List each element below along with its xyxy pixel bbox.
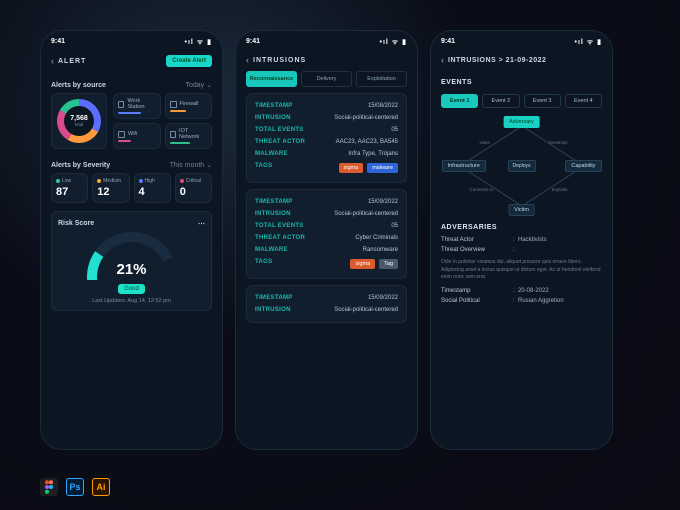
more-icon[interactable]: ⋯ — [198, 220, 205, 228]
tab-reconnaissance[interactable]: Reconnaissance — [246, 71, 297, 87]
section-title: Alerts by source — [51, 82, 106, 89]
firewall-icon — [170, 101, 177, 108]
risk-title: Risk Score — [58, 220, 94, 228]
intrusion-record[interactable]: TIMESTAMP15/09/2022 INTRUSIONSocial-poli… — [246, 285, 407, 323]
tab-delivery[interactable]: Delivery — [301, 71, 352, 87]
risk-gauge: 21% — [87, 232, 177, 280]
node-deploys: Deploys — [507, 160, 535, 172]
create-alert-button[interactable]: Create Alert — [166, 55, 212, 67]
edge-exploits: Exploits — [552, 187, 568, 192]
source-firewall[interactable]: Firewall — [165, 93, 213, 119]
detail-row: Threat Overview: — [431, 245, 612, 255]
back-icon[interactable]: ‹ — [51, 56, 54, 66]
figma-icon — [40, 478, 58, 496]
severity-medium[interactable]: Medium 12 — [92, 173, 129, 203]
clock: 9:41 — [246, 38, 260, 47]
section-title: Alerts by Severity — [51, 162, 110, 169]
clock: 9:41 — [441, 38, 455, 47]
detail-row: Social Political: Rusian Aggretion — [431, 296, 612, 306]
severity-low[interactable]: Low 87 — [51, 173, 88, 203]
risk-score-card: Risk Score ⋯ 21% Good Last Updates: Aug 1… — [51, 211, 212, 311]
detail-row: Threat Actor: Hacktivists — [431, 235, 612, 245]
breadcrumb: INTRUSIONS > 21-09-2022 — [448, 57, 546, 64]
event-tab[interactable]: Event 4 — [565, 94, 602, 108]
workstation-icon — [118, 101, 124, 108]
source-iot[interactable]: IOT Network — [165, 123, 213, 149]
diamond-model: Adversary Infrastructure Capability Vict… — [442, 116, 602, 216]
source-wifi[interactable]: Wifi — [113, 123, 161, 149]
tool-badges: Ps Ai — [40, 478, 110, 496]
status-bar: 9:41 •ıl ᯤ ▮ — [41, 31, 222, 51]
photoshop-icon: Ps — [66, 478, 84, 496]
screen-intrusions: 9:41 •ıl ᯤ ▮ ‹ INTRUSIONS Reconnaissance… — [235, 30, 418, 450]
adversaries-header: ADVERSARIES — [431, 216, 612, 235]
events-header: EVENTS — [431, 71, 612, 90]
node-adversary[interactable]: Adversary — [503, 116, 540, 128]
source-workstation[interactable]: Work Station — [113, 93, 161, 119]
page-title: INTRUSIONS — [253, 57, 306, 64]
donut-value: 7,568 — [70, 115, 88, 122]
page-title: ALERT — [58, 58, 86, 65]
edge-connects: Connects to — [470, 187, 494, 192]
illustrator-icon: Ai — [92, 478, 110, 496]
risk-value: 21% — [116, 261, 146, 278]
event-tab[interactable]: Event 3 — [524, 94, 561, 108]
range-dropdown[interactable]: This month ⌄ — [170, 161, 212, 169]
severity-high[interactable]: High 4 — [134, 173, 171, 203]
event-tab[interactable]: Event 2 — [482, 94, 519, 108]
edge-develops: Develops — [549, 140, 568, 145]
status-icons: •ıl ᯤ ▮ — [575, 38, 602, 47]
intrusion-record[interactable]: TIMESTAMP15/08/2022 INTRUSIONSocial-poli… — [246, 93, 407, 183]
threat-overview-text: Odio in pulvinar vivamus dui, aliquet po… — [431, 255, 612, 286]
tag[interactable]: sigma — [339, 163, 364, 173]
screen-intrusion-detail: 9:41 •ıl ᯤ ▮ ‹ INTRUSIONS > 21-09-2022 E… — [430, 30, 613, 450]
risk-badge: Good — [118, 284, 145, 294]
iot-icon — [170, 131, 177, 138]
last-updated: Last Updates: Aug 14, 12:52 pm — [92, 298, 171, 304]
intrusion-record[interactable]: TIMESTAMP15/09/2022 INTRUSIONSocial-poli… — [246, 189, 407, 279]
wifi-icon — [118, 131, 125, 138]
status-bar: 9:41 •ıl ᯤ ▮ — [431, 31, 612, 51]
clock: 9:41 — [51, 38, 65, 47]
node-infrastructure[interactable]: Infrastructure — [442, 160, 486, 172]
status-bar: 9:41 •ıl ᯤ ▮ — [236, 31, 417, 51]
severity-critical[interactable]: Critical 0 — [175, 173, 212, 203]
tag[interactable]: malware — [367, 163, 398, 173]
back-icon[interactable]: ‹ — [246, 55, 249, 65]
status-icons: •ıl ᯤ ▮ — [185, 38, 212, 47]
detail-row: Timestamp: 20-08-2022 — [431, 286, 612, 296]
tab-exploitation[interactable]: Exploitation — [356, 71, 407, 87]
donut-label: total — [75, 122, 84, 127]
back-icon[interactable]: ‹ — [441, 55, 444, 65]
tag[interactable]: sigma — [350, 259, 375, 269]
edge-uses: Uses — [480, 140, 490, 145]
donut-chart: 7,568 total — [51, 93, 107, 149]
screen-alert: 9:41 •ıl ᯤ ▮ ‹ ALERT Create Alert Alerts… — [40, 30, 223, 450]
tag[interactable]: Tag — [379, 259, 398, 269]
event-tab[interactable]: Event 1 — [441, 94, 478, 108]
node-capability[interactable]: Capability — [565, 160, 601, 172]
range-dropdown[interactable]: Today ⌄ — [186, 81, 213, 89]
status-icons: •ıl ᯤ ▮ — [380, 38, 407, 47]
node-victim[interactable]: Victim — [508, 204, 535, 216]
